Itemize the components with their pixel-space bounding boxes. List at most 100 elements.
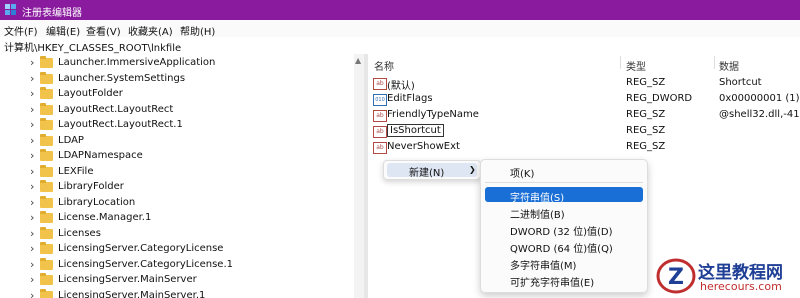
menu-favorites[interactable]: 收藏夹(A): [128, 23, 173, 38]
address-path[interactable]: 计算机\HKEY_CLASSES_ROOT\lnkfile: [4, 39, 181, 54]
tree-item[interactable]: › Launcher.SystemSettings: [0, 71, 354, 87]
value-name: NeverShowExt: [387, 141, 460, 152]
menu-bar: 文件(F) 编辑(E) 查看(V) 收藏夹(A) 帮助(H): [0, 20, 800, 38]
binary-value-icon: 010: [373, 94, 387, 106]
chevron-right-icon[interactable]: ›: [30, 134, 34, 147]
tree-item[interactable]: › LicensingServer.CategoryLicense: [0, 241, 354, 257]
value-data: 0x00000001 (1): [719, 93, 800, 104]
value-name: FriendlyTypeName: [387, 109, 479, 120]
tree-item-label: LibraryLocation: [58, 197, 136, 208]
column-data[interactable]: 数据: [719, 58, 739, 73]
chevron-right-icon[interactable]: ›: [30, 242, 34, 255]
tree-item-label: LDAP: [58, 135, 84, 146]
watermark: Z 这里教程网 herecours.com: [652, 256, 800, 298]
value-row[interactable]: ab FriendlyTypeName REG_SZ @shell32.dll,…: [368, 107, 800, 123]
tree-item-label: LicensingServer.CategoryLicense.1: [58, 259, 233, 270]
address-bar[interactable]: 计算机\HKEY_CLASSES_ROOT\lnkfile: [0, 37, 800, 55]
chevron-right-icon[interactable]: ›: [30, 72, 34, 85]
tree-item[interactable]: › LicensingServer.CategoryLicense.1: [0, 257, 354, 273]
submenu-arrow-icon: ❯: [469, 165, 476, 174]
value-data: Shortcut: [719, 77, 762, 88]
folder-icon: [40, 87, 53, 99]
folder-icon: [40, 180, 53, 192]
value-name: (默认): [387, 81, 415, 92]
value-type: REG_DWORD: [626, 93, 693, 104]
tree-scrollbar[interactable]: ▲: [354, 54, 364, 298]
tree-item-label: Launcher.ImmersiveApplication: [58, 57, 216, 68]
string-value-icon: ab: [373, 78, 387, 90]
value-name: EditFlags: [387, 93, 433, 104]
folder-icon: [40, 118, 53, 130]
submenu-item-key[interactable]: 项(K): [485, 163, 643, 180]
menu-file[interactable]: 文件(F): [4, 23, 38, 38]
watermark-url: herecours.com: [700, 280, 782, 293]
title-bar: 注册表编辑器: [0, 0, 800, 20]
value-type: REG_SZ: [626, 125, 666, 136]
tree-item-label: LayoutFolder: [58, 88, 123, 99]
chevron-right-icon[interactable]: ›: [30, 118, 34, 131]
scroll-up-icon[interactable]: ▲: [355, 56, 361, 65]
menu-help[interactable]: 帮助(H): [180, 23, 215, 38]
chevron-right-icon[interactable]: ›: [30, 56, 34, 69]
tree-item[interactable]: › LayoutRect.LayoutRect: [0, 102, 354, 118]
submenu-item-qword-value[interactable]: QWORD (64 位)值(Q): [485, 238, 643, 255]
chevron-right-icon[interactable]: ›: [30, 227, 34, 240]
folder-icon: [40, 72, 53, 84]
submenu-item-dword-value[interactable]: DWORD (32 位)值(D): [485, 221, 643, 238]
chevron-right-icon[interactable]: ›: [30, 273, 34, 286]
tree-item[interactable]: › LayoutFolder: [0, 86, 354, 102]
tree-item[interactable]: › LayoutRect.LayoutRect.1: [0, 117, 354, 133]
chevron-right-icon[interactable]: ›: [30, 87, 34, 100]
value-row[interactable]: 010 EditFlags REG_DWORD 0x00000001 (1): [368, 91, 800, 107]
key-tree[interactable]: › Launcher.ImmersiveApplication › Launcher…: [0, 54, 354, 298]
tree-item[interactable]: › LicensingServer.MainServer: [0, 272, 354, 288]
submenu-item-label: 项(K): [510, 169, 535, 180]
tree-item[interactable]: › Launcher.ImmersiveApplication: [0, 55, 354, 71]
tree-item-label: LicensingServer.MainServer: [58, 274, 197, 285]
submenu-item-expandable-string-value[interactable]: 可扩充字符串值(E): [485, 272, 643, 289]
value-type: REG_SZ: [626, 141, 666, 152]
submenu-item-label: 多字符串值(M): [510, 261, 577, 272]
submenu-item-multi-string-value[interactable]: 多字符串值(M): [485, 255, 643, 272]
column-divider[interactable]: [714, 56, 715, 69]
chevron-right-icon[interactable]: ›: [30, 180, 34, 193]
menu-view[interactable]: 查看(V): [86, 23, 121, 38]
column-divider[interactable]: [620, 56, 621, 69]
chevron-right-icon[interactable]: ›: [30, 103, 34, 116]
folder-icon: [40, 56, 53, 68]
chevron-right-icon[interactable]: ›: [30, 196, 34, 209]
value-type: REG_SZ: [626, 109, 666, 120]
value-name-edit-field[interactable]: IsShortcut: [387, 124, 444, 137]
window-title: 注册表编辑器: [22, 8, 82, 19]
tree-item[interactable]: › LDAPNamespace: [0, 148, 354, 164]
submenu-item-binary-value[interactable]: 二进制值(B): [485, 204, 643, 221]
submenu-item-label: 可扩充字符串值(E): [510, 278, 595, 289]
chevron-right-icon[interactable]: ›: [30, 289, 34, 298]
submenu-item-string-value[interactable]: 字符串值(S): [485, 187, 643, 204]
menu-edit[interactable]: 编辑(E): [46, 23, 80, 38]
column-name[interactable]: 名称: [374, 58, 394, 73]
tree-item[interactable]: › LibraryFolder: [0, 179, 354, 195]
chevron-right-icon[interactable]: ›: [30, 258, 34, 271]
value-row[interactable]: ab (默认) REG_SZ Shortcut: [368, 75, 800, 92]
chevron-right-icon[interactable]: ›: [30, 149, 34, 162]
context-menu: 新建(N) ❯: [383, 160, 481, 180]
submenu-item-label: 二进制值(B): [510, 210, 565, 221]
column-type[interactable]: 类型: [626, 58, 646, 73]
value-row[interactable]: ab NeverShowExt REG_SZ: [368, 139, 800, 155]
tree-item[interactable]: › Licenses: [0, 226, 354, 242]
tree-item[interactable]: › LEXFile: [0, 164, 354, 180]
tree-item[interactable]: › License.Manager.1: [0, 210, 354, 226]
menu-item-new[interactable]: 新建(N) ❯: [387, 163, 477, 179]
folder-icon: [40, 242, 53, 254]
tree-item[interactable]: › LibraryLocation: [0, 195, 354, 211]
tree-item[interactable]: › LicensingServer.MainServer.1: [0, 288, 354, 298]
chevron-right-icon[interactable]: ›: [30, 211, 34, 224]
value-row[interactable]: ab IsShortcut REG_SZ: [368, 123, 800, 139]
tree-item-label: LicensingServer.MainServer.1: [58, 290, 206, 298]
chevron-right-icon[interactable]: ›: [30, 165, 34, 178]
tree-item[interactable]: › LDAP: [0, 133, 354, 149]
tree-item-label: Licenses: [58, 228, 101, 239]
submenu-item-label: DWORD (32 位)值(D): [510, 227, 613, 238]
column-header: 名称 类型 数据: [368, 54, 800, 73]
